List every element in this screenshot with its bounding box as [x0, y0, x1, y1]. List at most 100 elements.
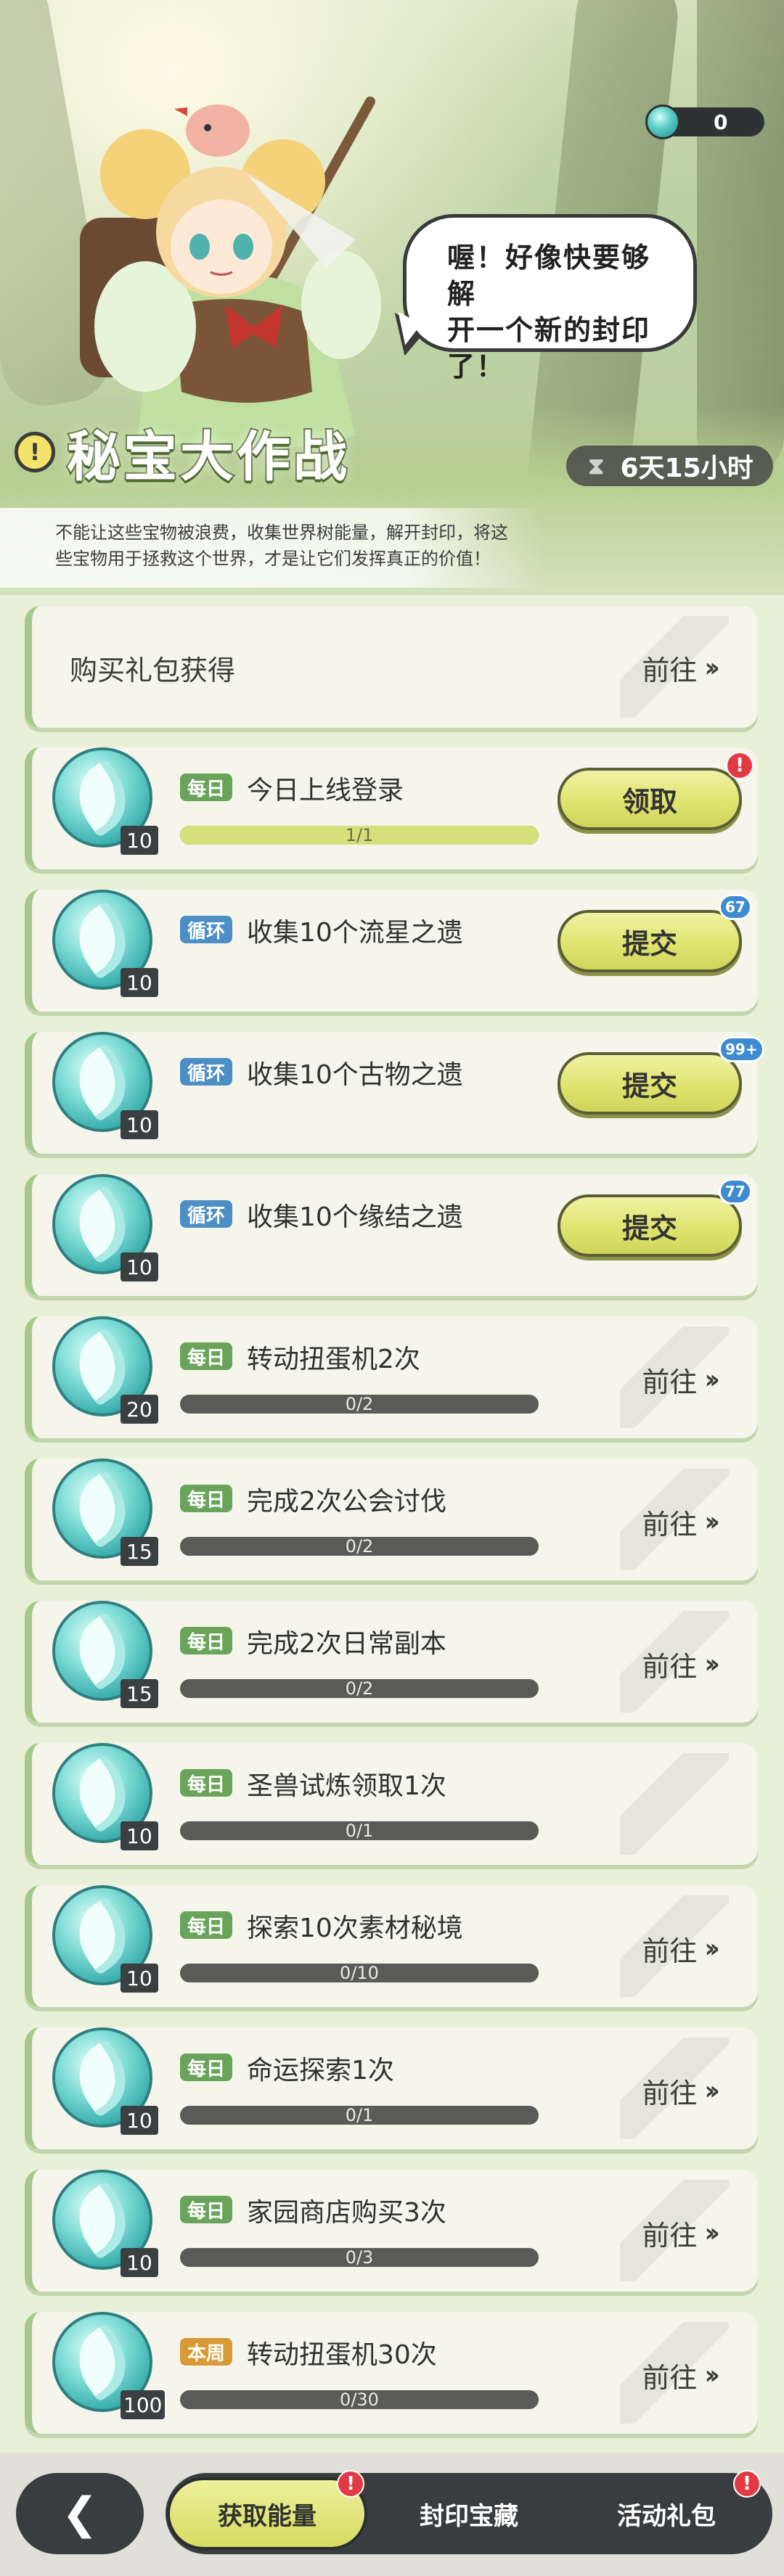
character-illustration	[80, 97, 381, 450]
energy-reward-medal: 10	[52, 1032, 161, 1141]
double-chevron-right-icon: ››	[704, 2218, 719, 2248]
double-chevron-right-icon: ››	[704, 1934, 719, 1964]
tab-bar: 获取能量 ! 封印宝藏 活动礼包 !	[166, 2470, 772, 2554]
energy-reward-medal: 20	[52, 1316, 161, 1425]
reward-amount: 20	[121, 1395, 158, 1424]
go-button[interactable]: 前往 ››	[642, 1929, 720, 1969]
notification-badge: !	[726, 752, 754, 779]
energy-reward-medal: 10	[52, 2027, 161, 2136]
back-arrow-icon: ❮	[61, 2488, 99, 2539]
reward-amount: 10	[121, 2106, 158, 2135]
go-label: 前往	[642, 1509, 698, 1541]
energy-reward-medal: 10	[52, 1885, 161, 1994]
energy-gem-icon	[645, 104, 680, 139]
tab-label: 获取能量	[218, 2501, 317, 2531]
page-title: 秘宝大作战	[65, 424, 350, 490]
task-row: 10 循环 收集10个缘结之遗 提交 77	[25, 1174, 758, 1296]
task-progress-bar: 0/2	[180, 1679, 539, 1698]
energy-reward-medal: 15	[52, 1601, 161, 1710]
bottom-nav: ❮ 获取能量 ! 封印宝藏 活动礼包 !	[0, 2453, 784, 2576]
go-button[interactable]: 前往 ››	[642, 2213, 720, 2253]
task-row: 10 每日 命运探索1次 0/1 前往 ››	[25, 2027, 758, 2149]
go-button[interactable]: 前往 ››	[642, 1644, 720, 1684]
double-chevron-right-icon: ››	[704, 653, 719, 683]
progress-text: 0/30	[340, 2390, 379, 2409]
go-label: 前往	[642, 1651, 698, 1683]
go-label: 前往	[642, 1366, 698, 1398]
task-progress-bar: 0/10	[180, 1964, 539, 1982]
task-row: 10 循环 收集10个流星之遗 提交 67	[25, 890, 758, 1012]
task-progress-bar: 0/2	[180, 1537, 539, 1556]
task-name: 收集10个缘结之遗	[247, 1202, 463, 1232]
reward-amount: 10	[121, 968, 158, 997]
double-chevron-right-icon: ››	[704, 1365, 719, 1395]
task-type-tag: 循环	[180, 916, 233, 943]
task-name: 探索10次素材秘境	[247, 1913, 463, 1943]
submit-button[interactable]: 提交	[558, 1052, 742, 1115]
task-name: 转动扭蛋机2次	[247, 1345, 420, 1374]
go-label: 前往	[642, 2077, 698, 2109]
go-button[interactable]: 前往 ››	[642, 1360, 720, 1400]
tab-sealed-treasure[interactable]: 封印宝藏	[369, 2473, 569, 2554]
submit-button[interactable]: 提交	[558, 910, 742, 972]
energy-reward-medal: 10	[52, 747, 161, 856]
task-progress-bar: 0/1	[180, 1821, 539, 1840]
claim-button[interactable]: 领取	[558, 768, 742, 830]
reward-amount: 10	[121, 1252, 158, 1281]
go-button[interactable]: 前往 ››	[642, 648, 720, 688]
item-count-badge: 99+	[719, 1036, 764, 1062]
progress-text: 0/3	[345, 2248, 374, 2267]
progress-text: 0/2	[345, 1679, 374, 1698]
description-line: 不能让这些宝物被浪费，收集世界树能量，解开封印，将这	[55, 522, 508, 543]
task-type-tag: 每日	[180, 2196, 233, 2223]
tab-label: 活动礼包	[617, 2501, 716, 2531]
reward-amount: 100	[121, 2390, 166, 2419]
reward-amount: 15	[121, 1679, 158, 1708]
hourglass-icon: ⧗	[588, 451, 605, 480]
energy-reward-medal: 10	[52, 1174, 161, 1283]
task-name: 今日上线登录	[247, 776, 404, 805]
reward-amount: 15	[121, 1537, 158, 1566]
task-type-tag: 每日	[180, 1769, 233, 1797]
task-name: 收集10个流星之遗	[247, 918, 463, 948]
hero-banner: 0 喔！好像快要够解 开一个新的封印 了！ ! 秘宝大作战 ⧗ 6天15小时 不…	[0, 0, 784, 595]
energy-reward-medal: 15	[52, 1459, 161, 1567]
energy-amount: 0	[714, 110, 728, 134]
go-label: 前往	[642, 2220, 698, 2252]
gift-pack-label: 购买礼包获得	[70, 655, 236, 686]
info-alert-icon[interactable]: !	[15, 432, 55, 472]
progress-text: 0/1	[345, 1821, 374, 1840]
task-type-tag: 每日	[180, 774, 233, 801]
task-type-tag: 每日	[180, 1485, 233, 1512]
go-label: 前往	[642, 2362, 698, 2394]
energy-reward-medal: 10	[52, 890, 161, 998]
go-button[interactable]: 前往 ››	[642, 2355, 720, 2395]
energy-reward-medal: 10	[52, 1743, 161, 1852]
task-name: 收集10个古物之遗	[247, 1060, 463, 1090]
tab-label: 封印宝藏	[420, 2501, 518, 2531]
double-chevron-right-icon: ››	[704, 1507, 719, 1537]
back-button[interactable]: ❮	[16, 2473, 144, 2554]
task-type-tag: 每日	[180, 1911, 233, 1939]
item-count-badge: 77	[719, 1178, 752, 1205]
notification-badge: !	[733, 2470, 761, 2498]
event-description: 不能让这些宝物被浪费，收集世界树能量，解开封印，将这 些宝物用于拯救这个世界，才…	[0, 508, 544, 588]
gift-pack-row[interactable]: 购买礼包获得 前往 ››	[25, 606, 758, 728]
task-row: 10 每日 圣兽试炼领取1次 0/1	[25, 1743, 758, 1865]
task-row: 20 每日 转动扭蛋机2次 0/2 前往 ››	[25, 1316, 758, 1438]
energy-currency-display: 0	[645, 104, 764, 139]
description-line: 些宝物用于拯救这个世界，才是让它们发挥真正的价值！	[55, 549, 491, 569]
reward-amount: 10	[121, 1964, 158, 1993]
task-type-tag: 每日	[180, 1342, 233, 1370]
progress-text: 0/2	[345, 1395, 374, 1414]
speech-line: 喔！好像快要够解	[447, 242, 651, 310]
submit-button[interactable]: 提交	[558, 1194, 742, 1257]
task-row: 15 每日 完成2次日常副本 0/2 前往 ››	[25, 1601, 758, 1723]
task-name: 家园商店购买3次	[247, 2198, 446, 2228]
go-button[interactable]: 前往 ››	[642, 2071, 720, 2111]
progress-text: 0/1	[345, 2106, 374, 2125]
go-button[interactable]: 前往 ››	[642, 1502, 720, 1542]
energy-reward-medal: 100	[52, 2312, 166, 2421]
reward-amount: 10	[121, 1821, 158, 1850]
task-type-tag: 本周	[180, 2338, 233, 2366]
